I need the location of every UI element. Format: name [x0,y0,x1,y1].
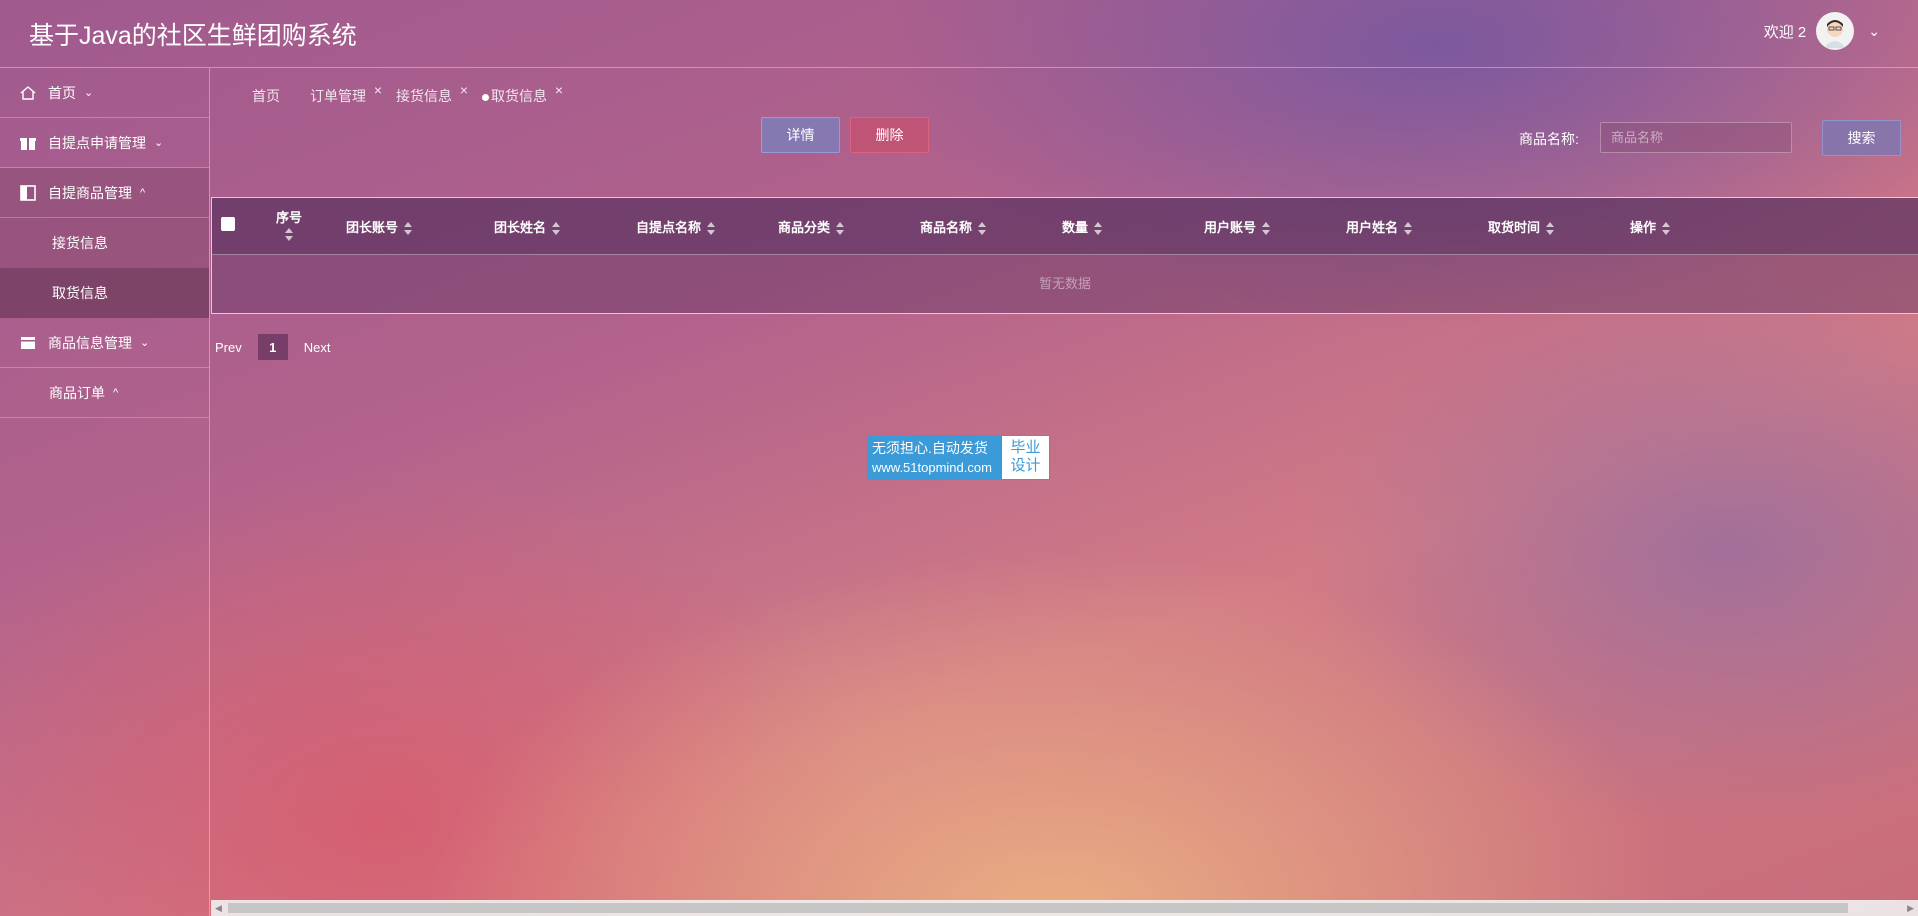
sort-icon [978,221,987,236]
close-icon[interactable]: × [460,82,468,98]
search-button[interactable]: 搜索 [1822,120,1901,156]
search-label: 商品名称: [1519,131,1579,147]
user-menu[interactable]: 欢迎 2 ⌄ [1764,11,1880,51]
table-header: 序号 团长账号 团长姓名 自提点名称 商品分类 商品名称 数量 用户账号 用户姓… [212,198,1918,255]
next-page-button[interactable]: Next [304,340,331,355]
column-header[interactable]: 用户账号 [1204,217,1271,236]
card-icon [18,333,38,353]
tab-label: 订单管理 [310,88,366,104]
sidebar-item-label: 取货信息 [52,285,108,301]
sidebar-item-label: 商品信息管理 [48,334,132,351]
column-header[interactable]: 团长姓名 [494,217,561,236]
watermark-line1: 无须担心.自动发货 [872,440,988,456]
column-header[interactable]: 取货时间 [1488,217,1555,236]
scroll-right-icon[interactable]: ▶ [1907,903,1914,914]
sidebar-item-label: 首页 [48,84,76,101]
sidebar-item-home[interactable]: 首页 ⌄ [0,68,209,118]
sort-icon [707,221,716,236]
sidebar-item-label: 商品订单 [49,384,105,401]
column-header[interactable]: 数量 [1062,217,1103,236]
chevron-down-icon: ⌄ [154,137,164,149]
tab-bar: 首页 订单管理 × 接货信息 × 取货信息 × [252,82,577,106]
sort-icon [836,221,845,236]
column-header[interactable]: 用户姓名 [1346,217,1413,236]
page-number-button[interactable]: 1 [257,334,288,360]
prev-page-button[interactable]: Prev [215,340,242,355]
sort-icon [552,221,561,236]
sort-icon [1094,221,1103,236]
sort-icon [404,221,413,236]
chevron-down-icon: ⌄ [140,337,150,349]
sidebar-item-pickup-goods[interactable]: 自提商品管理 ^ [0,168,209,218]
sidebar-subitem-receive[interactable]: 接货信息 [0,218,209,268]
tab-pickup-info[interactable]: 取货信息 × [482,82,563,106]
panel-icon [18,183,38,203]
tab-label: 取货信息 [491,88,547,104]
sort-icon [1404,221,1413,236]
home-icon [18,83,38,103]
avatar-icon [1824,20,1847,48]
chevron-up-icon: ^ [140,186,146,199]
pagination: Prev 1 Next [215,334,330,360]
scroll-left-icon[interactable]: ◀ [215,903,222,914]
sidebar-item-label: 自提点申请管理 [48,134,146,151]
select-all-checkbox[interactable] [221,217,235,231]
column-header[interactable]: 商品名称 [920,217,987,236]
empty-state-text: 暂无数据 [1038,276,1091,291]
chevron-down-icon[interactable]: ⌄ [1868,23,1880,40]
sidebar-item-label: 接货信息 [52,235,108,251]
watermark-url: www.51topmind.com [872,460,992,475]
top-header: 基于Java的社区生鲜团购系统 欢迎 2 ⌄ [0,0,1918,68]
watermark-badge: 无须担心.自动发货 www.51topmind.com 毕业 设计 [867,435,1050,480]
watermark-right2: 设计 [1010,457,1041,474]
sort-icon [285,227,293,242]
active-dot-icon [482,93,489,101]
tab-order-manage[interactable]: 订单管理 × [310,82,382,106]
sidebar-item-pickup-apply[interactable]: 自提点申请管理 ⌄ [0,118,209,168]
tab-label: 接货信息 [396,88,452,104]
sidebar: 首页 ⌄ 自提点申请管理 ⌄ 自提商品管理 ^ 接货信息 取货信息 商品信息管理… [0,68,210,916]
sidebar-item-goods-order[interactable]: 商品订单 ^ [0,368,209,418]
column-header[interactable]: 商品分类 [778,217,845,236]
scrollbar-thumb[interactable] [228,903,1848,913]
column-header[interactable]: 自提点名称 [636,217,716,236]
data-table: 序号 团长账号 团长姓名 自提点名称 商品分类 商品名称 数量 用户账号 用户姓… [211,197,1918,314]
app-title: 基于Java的社区生鲜团购系统 [29,22,357,50]
gift-icon [18,133,38,153]
close-icon[interactable]: × [555,82,563,98]
tab-label: 首页 [252,88,280,104]
sidebar-item-goods-info[interactable]: 商品信息管理 ⌄ [0,318,209,368]
sidebar-item-label: 自提商品管理 [48,184,132,201]
sort-icon [1262,221,1271,236]
detail-button[interactable]: 详情 [761,117,840,153]
delete-button[interactable]: 删除 [850,117,929,153]
chevron-up-icon: ^ [113,386,119,399]
column-header[interactable]: 序号 [276,207,302,242]
sort-icon [1662,221,1671,236]
avatar[interactable] [1816,12,1855,50]
chevron-down-icon: ⌄ [84,87,94,99]
tab-home[interactable]: 首页 [252,86,280,106]
tab-receive-info[interactable]: 接货信息 × [396,82,468,106]
close-icon[interactable]: × [374,82,382,98]
welcome-text: 欢迎 2 [1763,23,1807,41]
horizontal-scrollbar[interactable]: ◀ ▶ [211,900,1918,916]
sidebar-subitem-pickup[interactable]: 取货信息 [0,268,209,318]
search-input[interactable] [1600,122,1792,153]
column-header[interactable]: 团长账号 [346,217,413,236]
watermark-right1: 毕业 [1010,439,1041,456]
sort-icon [1546,221,1555,236]
column-header[interactable]: 操作 [1630,217,1671,236]
